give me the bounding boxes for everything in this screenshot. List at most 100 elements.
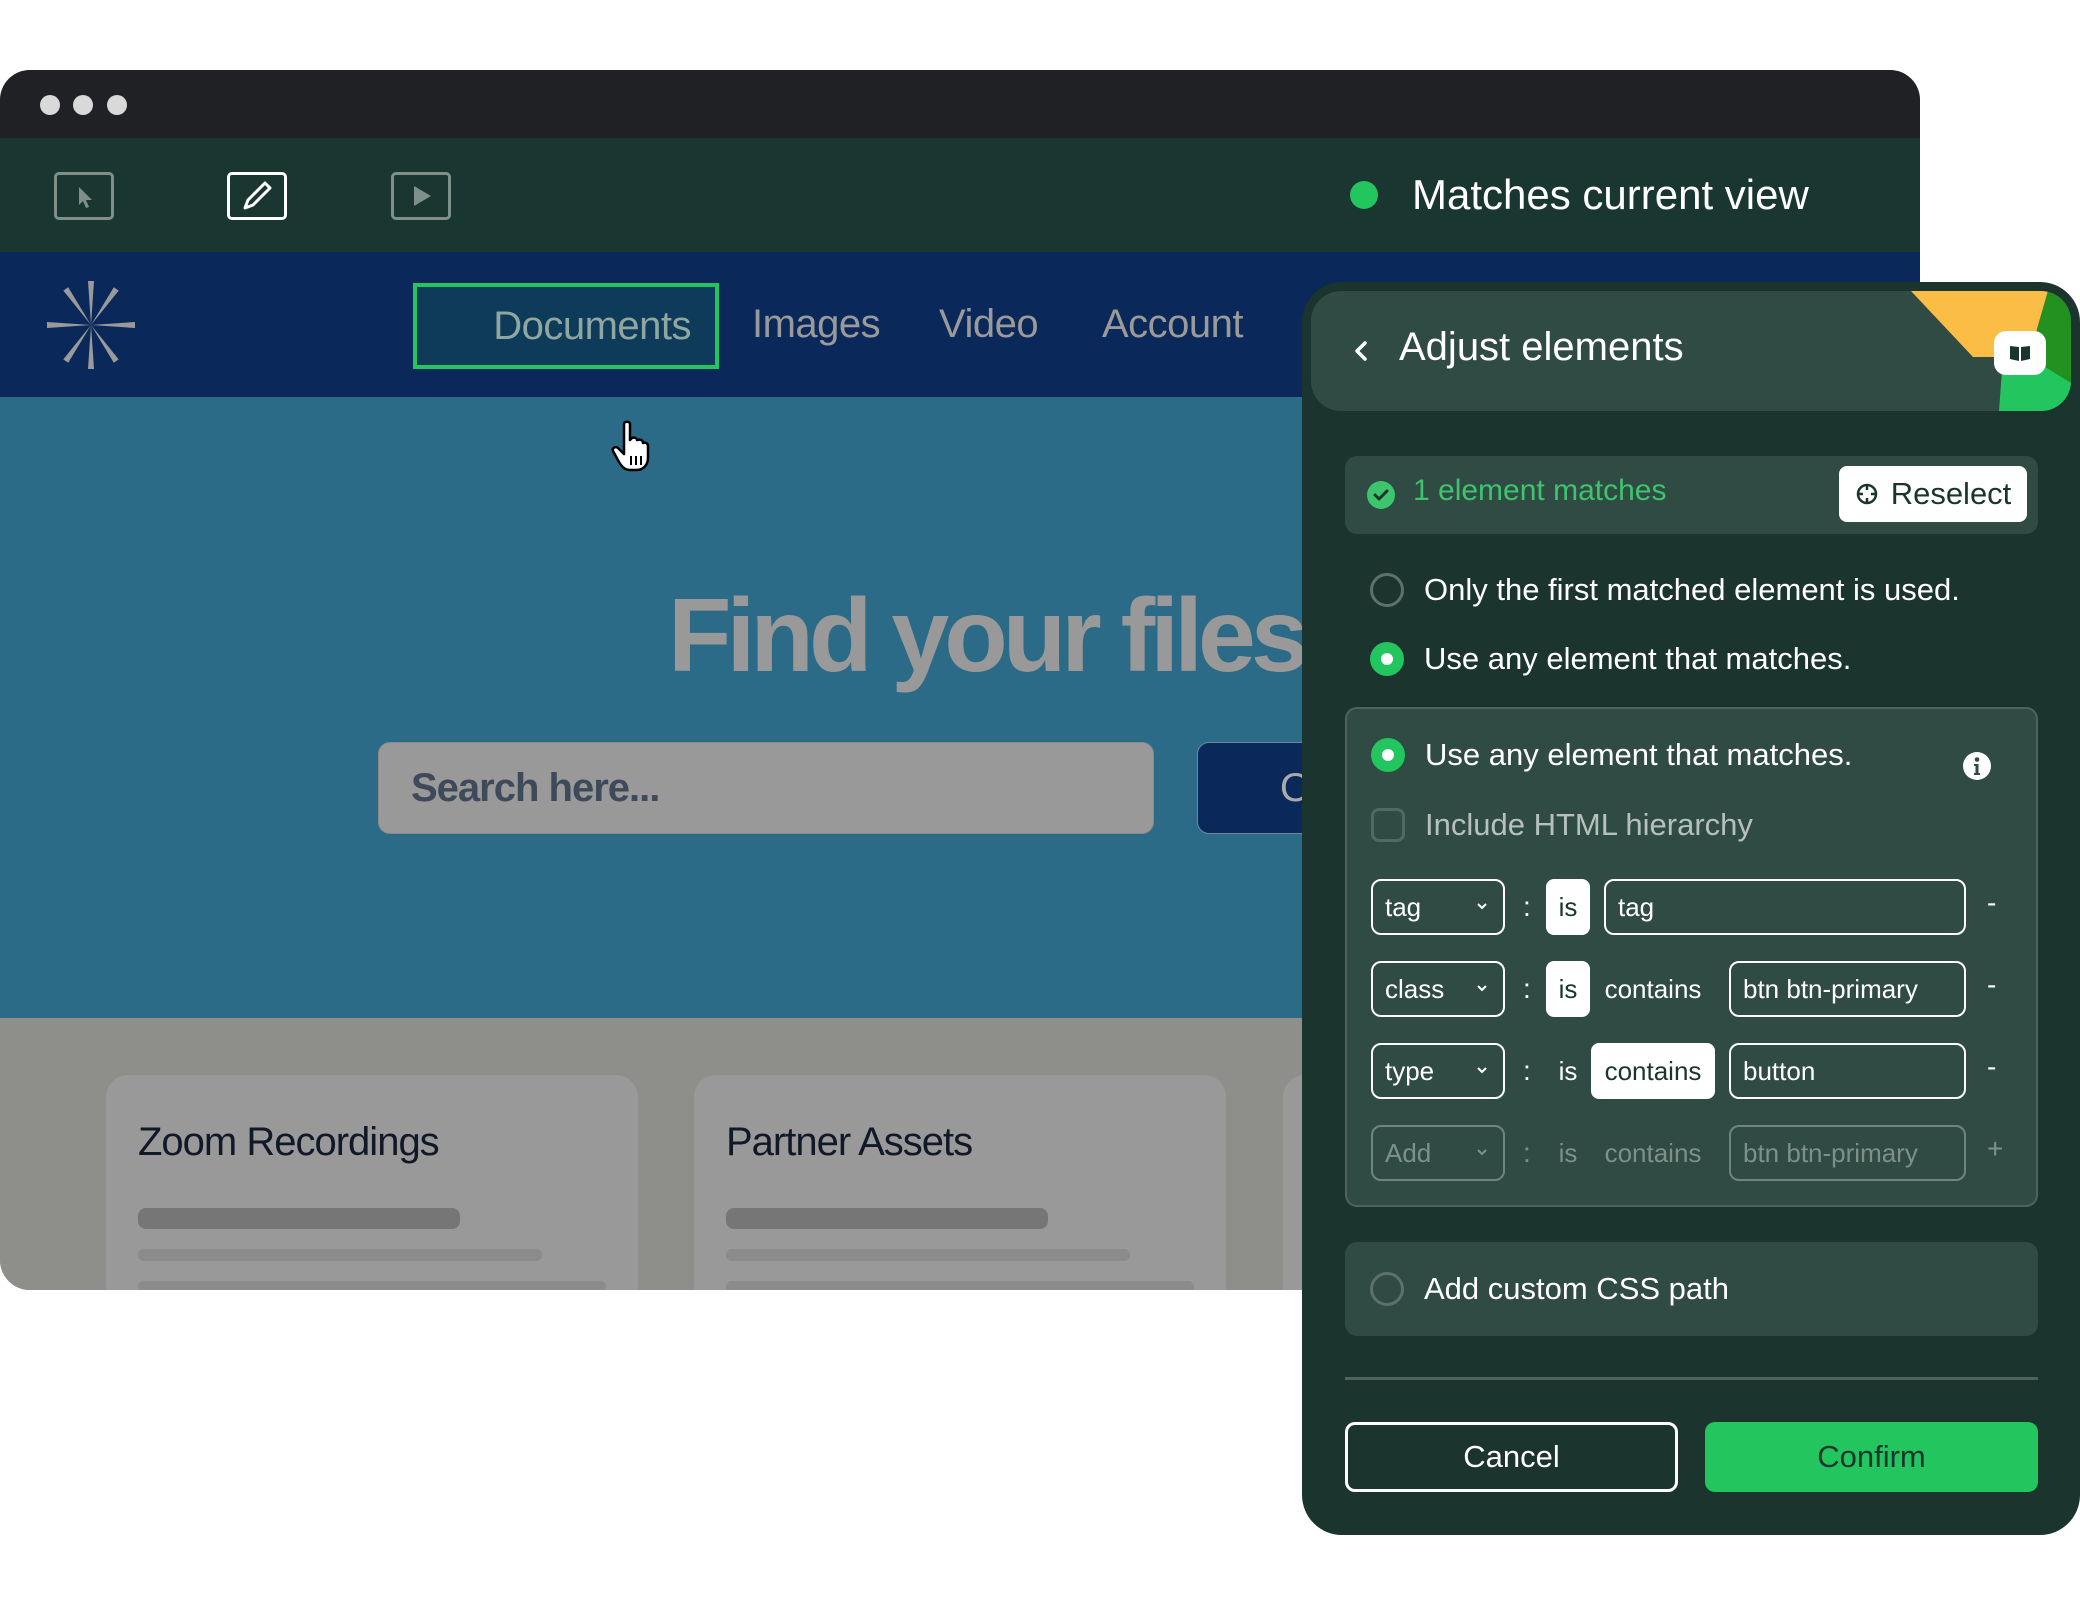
attribute-placeholder: Add [1385,1137,1432,1168]
browser-titlebar [0,70,1920,138]
new-rule-row: Add : is contains btn btn-primary + [1371,1125,2031,1181]
chevron-left-icon[interactable] [1349,331,1373,371]
operator-is-toggle[interactable]: is [1546,1125,1590,1181]
add-attribute-select[interactable]: Add [1371,1125,1505,1181]
separator: : [1523,1137,1531,1168]
separator: : [1523,973,1531,1004]
attribute-value: tag [1385,891,1422,922]
radio-button[interactable] [1371,738,1405,772]
book-icon [2010,346,2030,361]
crosshair-icon [1856,483,1877,505]
radio-button[interactable] [1370,1272,1404,1306]
operator-contains-toggle[interactable]: contains [1591,961,1715,1017]
include-hierarchy-option[interactable]: Include HTML hierarchy [1371,807,1753,843]
window-control-dot[interactable] [107,95,127,115]
edit-mode-button[interactable] [227,172,287,220]
chevron-down-icon [1477,985,1487,992]
play-icon [414,186,431,206]
status-indicator-dot [1350,181,1378,209]
view-match-status: Matches current view [1350,138,1809,252]
status-text: Matches current view [1412,171,1809,218]
placeholder-line [726,1208,1048,1229]
attribute-value: type [1385,1055,1435,1086]
separator: : [1523,1055,1531,1086]
option-first-match[interactable]: Only the first matched element is used. [1370,572,1960,608]
nav-item-account[interactable]: Account [1102,252,1244,397]
rule-value-input[interactable]: button [1729,1043,1966,1099]
placeholder-line [138,1208,460,1229]
folder-card[interactable]: Zoom Recordings [106,1075,638,1290]
match-status-bar: 1 element matches Reselect [1345,456,2038,534]
option-label: Only the first matched element is used. [1424,572,1960,607]
option-custom-css-path[interactable]: Add custom CSS path [1370,1271,1729,1307]
attribute-matcher: Use any element that matches. Include HT… [1345,707,2038,1207]
attribute-select[interactable]: tag [1371,879,1505,935]
add-rule-button[interactable]: + [1987,1133,2003,1165]
adjust-elements-panel: Adjust elements 1 element matches Resele… [1302,282,2080,1535]
decorative-graphic [1911,291,2071,411]
operator-contains-toggle[interactable]: contains [1591,1125,1715,1181]
hero-title: Find your files [668,578,1309,694]
option-label: Use any element that matches. [1425,737,1853,772]
operator-is-toggle[interactable]: is [1546,1043,1590,1099]
attribute-value: class [1385,973,1445,1004]
rule-value-input[interactable]: btn btn-primary [1729,961,1966,1017]
cancel-button[interactable]: Cancel [1345,1422,1678,1492]
radio-button[interactable] [1370,573,1404,607]
search-input[interactable]: Search here... [378,742,1154,834]
nav-item-video[interactable]: Video [939,252,1039,397]
placeholder-line [138,1249,542,1261]
hand-pointer-cursor-icon [611,420,650,472]
match-count-text: 1 element matches [1413,474,1667,507]
operator-is-toggle[interactable]: is [1546,961,1590,1017]
pencil-icon [243,181,272,210]
folder-card[interactable]: Partner Assets [694,1075,1226,1290]
nav-item-documents[interactable]: Documents [413,283,719,369]
radio-button[interactable] [1370,642,1404,676]
checkbox-label: Include HTML hierarchy [1425,807,1753,842]
placeholder-line [726,1281,1194,1290]
chevron-down-icon [1477,903,1487,910]
remove-rule-button[interactable]: - [1987,887,1996,919]
operator-is-toggle[interactable]: is [1546,879,1590,935]
remove-rule-button[interactable]: - [1987,1051,1996,1083]
confirm-button[interactable]: Confirm [1705,1422,2038,1492]
cursor-icon [79,187,92,208]
custom-css-path-section: Add custom CSS path [1345,1242,2038,1336]
include-hierarchy-checkbox[interactable] [1371,808,1405,842]
panel-header: Adjust elements [1311,291,2071,411]
attribute-select[interactable]: class [1371,961,1505,1017]
help-docs-button[interactable] [1994,331,2046,375]
card-title: Partner Assets [726,1120,973,1164]
window-control-dot[interactable] [40,95,60,115]
chevron-down-icon [1477,1149,1487,1156]
chevron-down-icon [1477,1067,1487,1074]
rule-value-input[interactable]: tag [1604,879,1966,935]
remove-rule-button[interactable]: - [1987,969,1996,1001]
option-label: Use any element that matches. [1424,641,1852,676]
attribute-select[interactable]: type [1371,1043,1505,1099]
operator-contains-toggle[interactable]: contains [1591,1043,1715,1099]
matcher-any-match-option[interactable]: Use any element that matches. [1371,737,1852,773]
reselect-label: Reselect [1890,476,2012,511]
check-circle-icon [1367,481,1395,509]
rule-row: type : is contains button - [1371,1043,2031,1099]
select-mode-button[interactable] [54,172,114,220]
rule-row: class : is contains btn btn-primary - [1371,961,2031,1017]
new-rule-value-input[interactable]: btn btn-primary [1729,1125,1966,1181]
info-icon[interactable] [1962,751,1992,781]
divider [1345,1377,2038,1380]
placeholder-line [138,1281,606,1290]
nav-item-images[interactable]: Images [752,252,881,397]
option-label: Add custom CSS path [1424,1271,1729,1306]
editor-toolbar: Matches current view [0,138,1920,252]
separator: : [1523,891,1531,922]
panel-title: Adjust elements [1399,325,1684,369]
rule-row: tag : is tag - [1371,879,2031,935]
option-any-match[interactable]: Use any element that matches. [1370,641,1851,677]
reselect-button[interactable]: Reselect [1839,466,2027,522]
card-title: Zoom Recordings [138,1120,440,1164]
asterisk-logo-icon [47,281,135,369]
window-control-dot[interactable] [73,95,93,115]
preview-mode-button[interactable] [391,172,451,220]
